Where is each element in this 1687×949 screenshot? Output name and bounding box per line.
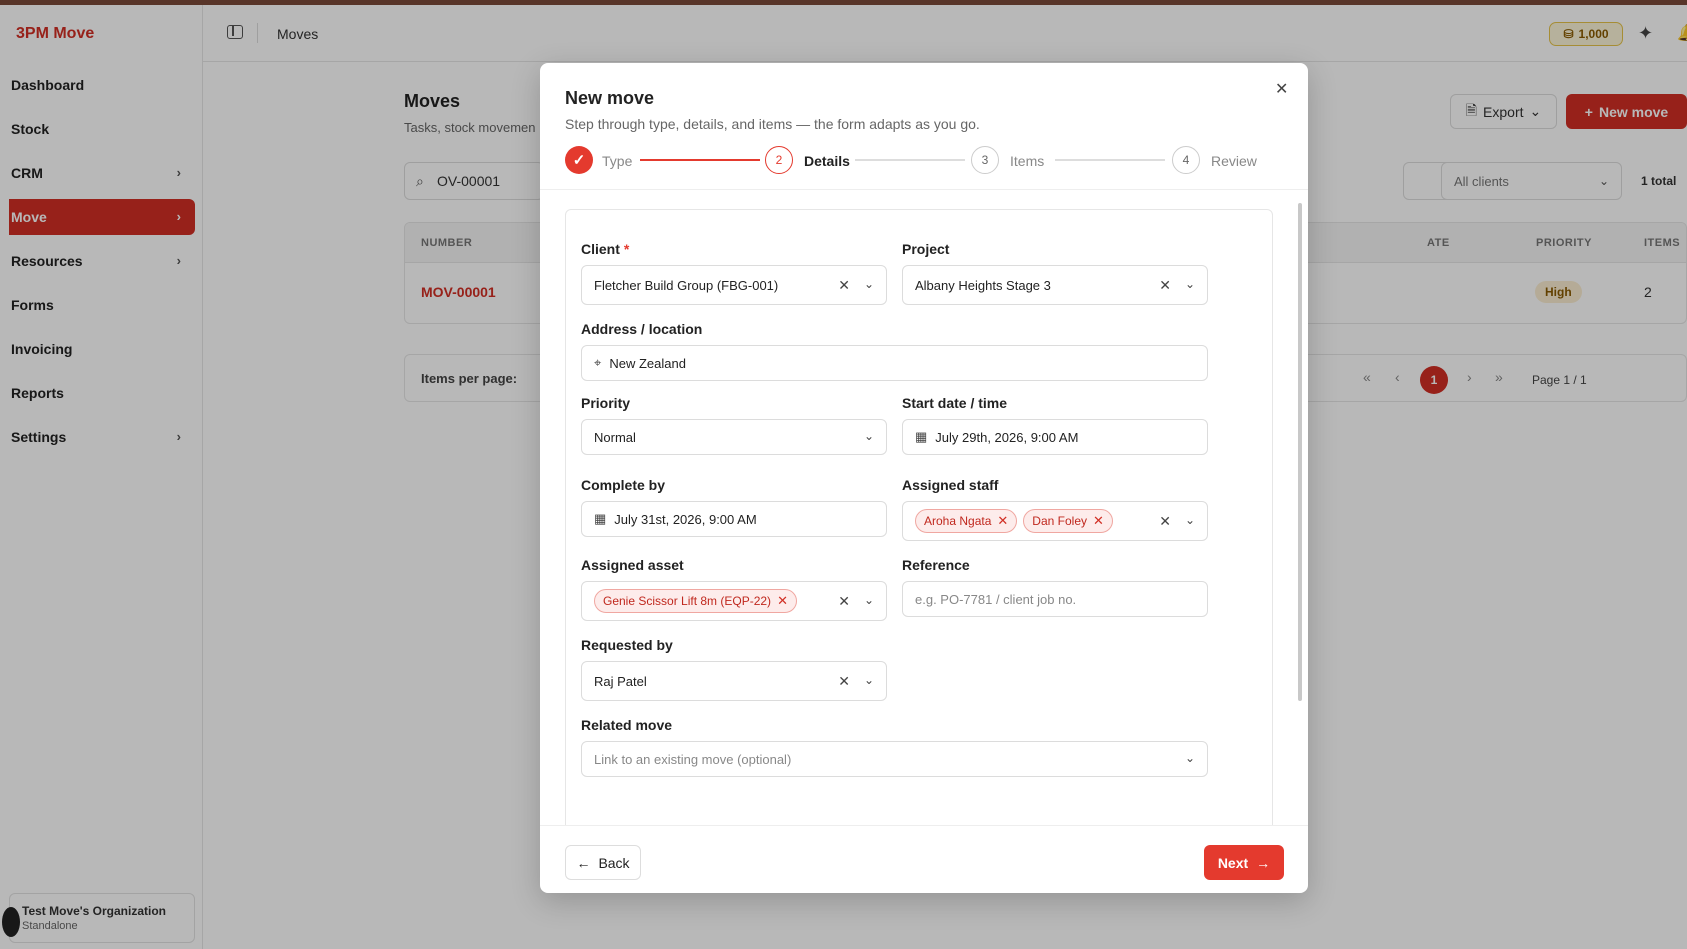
staff-chip: Dan Foley ✕ bbox=[1023, 509, 1113, 533]
step-type-label: Type bbox=[602, 153, 633, 169]
start-date-value: July 29th, 2026, 9:00 AM bbox=[935, 429, 1079, 445]
chevron-down-icon: ⌄ bbox=[1184, 751, 1195, 765]
address-value: New Zealand bbox=[609, 355, 686, 371]
complete-by-picker[interactable]: ▦ July 31st, 2026, 9:00 AM bbox=[581, 501, 887, 537]
remove-chip-icon[interactable]: ✕ bbox=[1093, 513, 1104, 529]
next-label: Next bbox=[1217, 854, 1249, 871]
clear-icon[interactable]: ✕ bbox=[838, 593, 850, 610]
step-items-label: Items bbox=[1010, 153, 1045, 169]
remove-chip-icon[interactable]: ✕ bbox=[997, 513, 1008, 529]
project-select[interactable]: Albany Heights Stage 3 ✕ ⌄ bbox=[902, 265, 1208, 305]
step-4-indicator[interactable]: 4 bbox=[1172, 146, 1200, 174]
related-move-select[interactable]: Link to an existing move (optional) ⌄ bbox=[581, 741, 1208, 777]
assigned-staff-select[interactable]: Aroha Ngata ✕ Dan Foley ✕ ✕ ⌄ bbox=[902, 501, 1208, 541]
assigned-asset-label: Assigned asset bbox=[581, 557, 684, 573]
map-pin-icon: ⌖ bbox=[594, 355, 602, 370]
footer-divider bbox=[540, 825, 1308, 826]
complete-by-label: Complete by bbox=[581, 477, 666, 493]
new-move-dialog: New move Step through type, details, and… bbox=[540, 63, 1308, 893]
assigned-staff-label: Assigned staff bbox=[902, 477, 999, 493]
start-date-picker[interactable]: ▦ July 29th, 2026, 9:00 AM bbox=[902, 419, 1208, 455]
form-scrollbar-thumb[interactable] bbox=[1298, 203, 1302, 701]
reference-input[interactable]: e.g. PO-7781 / client job no. bbox=[902, 581, 1208, 617]
project-label: Project bbox=[902, 241, 950, 257]
back-label: Back bbox=[598, 854, 630, 871]
client-select[interactable]: Fletcher Build Group (FBG-001) ✕ ⌄ bbox=[581, 265, 887, 305]
assigned-asset-select[interactable]: Genie Scissor Lift 8m (EQP-22) ✕ ✕ ⌄ bbox=[581, 581, 887, 621]
chevron-down-icon: ⌄ bbox=[863, 673, 874, 687]
related-move-placeholder: Link to an existing move (optional) bbox=[594, 751, 792, 767]
remove-chip-icon[interactable]: ✕ bbox=[777, 593, 788, 609]
reference-label: Reference bbox=[902, 557, 970, 573]
step-details-label: Details bbox=[804, 153, 850, 169]
chevron-down-icon: ⌄ bbox=[863, 429, 874, 443]
calendar-icon: ▦ bbox=[915, 429, 928, 444]
clear-icon[interactable]: ✕ bbox=[1159, 277, 1171, 294]
requested-by-label: Requested by bbox=[581, 637, 673, 653]
step-3-indicator[interactable]: 3 bbox=[971, 146, 999, 174]
chevron-down-icon: ⌄ bbox=[1184, 513, 1195, 527]
clear-icon[interactable]: ✕ bbox=[838, 277, 850, 294]
address-input[interactable]: ⌖ New Zealand bbox=[581, 345, 1208, 381]
calendar-icon: ▦ bbox=[594, 511, 607, 526]
related-move-label: Related move bbox=[581, 717, 673, 733]
step-connector bbox=[1055, 159, 1165, 161]
dialog-title: New move bbox=[565, 88, 655, 108]
chevron-down-icon: ⌄ bbox=[863, 593, 874, 607]
priority-select[interactable]: Normal ⌄ bbox=[581, 419, 887, 455]
chevron-down-icon: ⌄ bbox=[863, 277, 874, 291]
step-connector bbox=[640, 159, 760, 161]
step-review-label: Review bbox=[1211, 153, 1257, 169]
project-value: Albany Heights Stage 3 bbox=[915, 277, 1051, 293]
chevron-down-icon: ⌄ bbox=[1184, 277, 1195, 291]
step-connector bbox=[855, 159, 965, 161]
requested-by-select[interactable]: Raj Patel ✕ ⌄ bbox=[581, 661, 887, 701]
clear-icon[interactable]: ✕ bbox=[1159, 513, 1171, 530]
staff-chip: Aroha Ngata ✕ bbox=[915, 509, 1018, 533]
address-label: Address / location bbox=[581, 321, 703, 337]
step-1-check-icon[interactable]: ✓ bbox=[565, 146, 593, 174]
client-label: Client * bbox=[581, 241, 630, 257]
priority-label: Priority bbox=[581, 395, 631, 411]
requested-by-value: Raj Patel bbox=[594, 673, 647, 689]
dialog-subtitle: Step through type, details, and items — … bbox=[565, 116, 980, 132]
details-form: Client * Fletcher Build Group (FBG-001) ✕… bbox=[540, 190, 1308, 825]
complete-by-value: July 31st, 2026, 9:00 AM bbox=[614, 511, 757, 527]
stepper: ✓ Type 2 Details 3 Items 4 Review bbox=[565, 146, 1283, 176]
next-button[interactable]: Next → bbox=[1204, 845, 1284, 880]
details-card: Client * Fletcher Build Group (FBG-001) ✕… bbox=[565, 209, 1273, 825]
step-2-indicator[interactable]: 2 bbox=[765, 146, 793, 174]
start-date-label: Start date / time bbox=[902, 395, 1008, 411]
priority-value: Normal bbox=[594, 429, 636, 445]
clear-icon[interactable]: ✕ bbox=[838, 673, 850, 690]
arrow-right-icon: → bbox=[1256, 854, 1271, 871]
arrow-left-icon: ← bbox=[576, 854, 591, 871]
close-icon[interactable]: ✕ bbox=[1275, 79, 1288, 99]
asset-chip: Genie Scissor Lift 8m (EQP-22) ✕ bbox=[594, 589, 797, 613]
back-button[interactable]: ← Back bbox=[565, 845, 641, 880]
reference-placeholder: e.g. PO-7781 / client job no. bbox=[915, 591, 1077, 607]
client-value: Fletcher Build Group (FBG-001) bbox=[594, 277, 779, 293]
